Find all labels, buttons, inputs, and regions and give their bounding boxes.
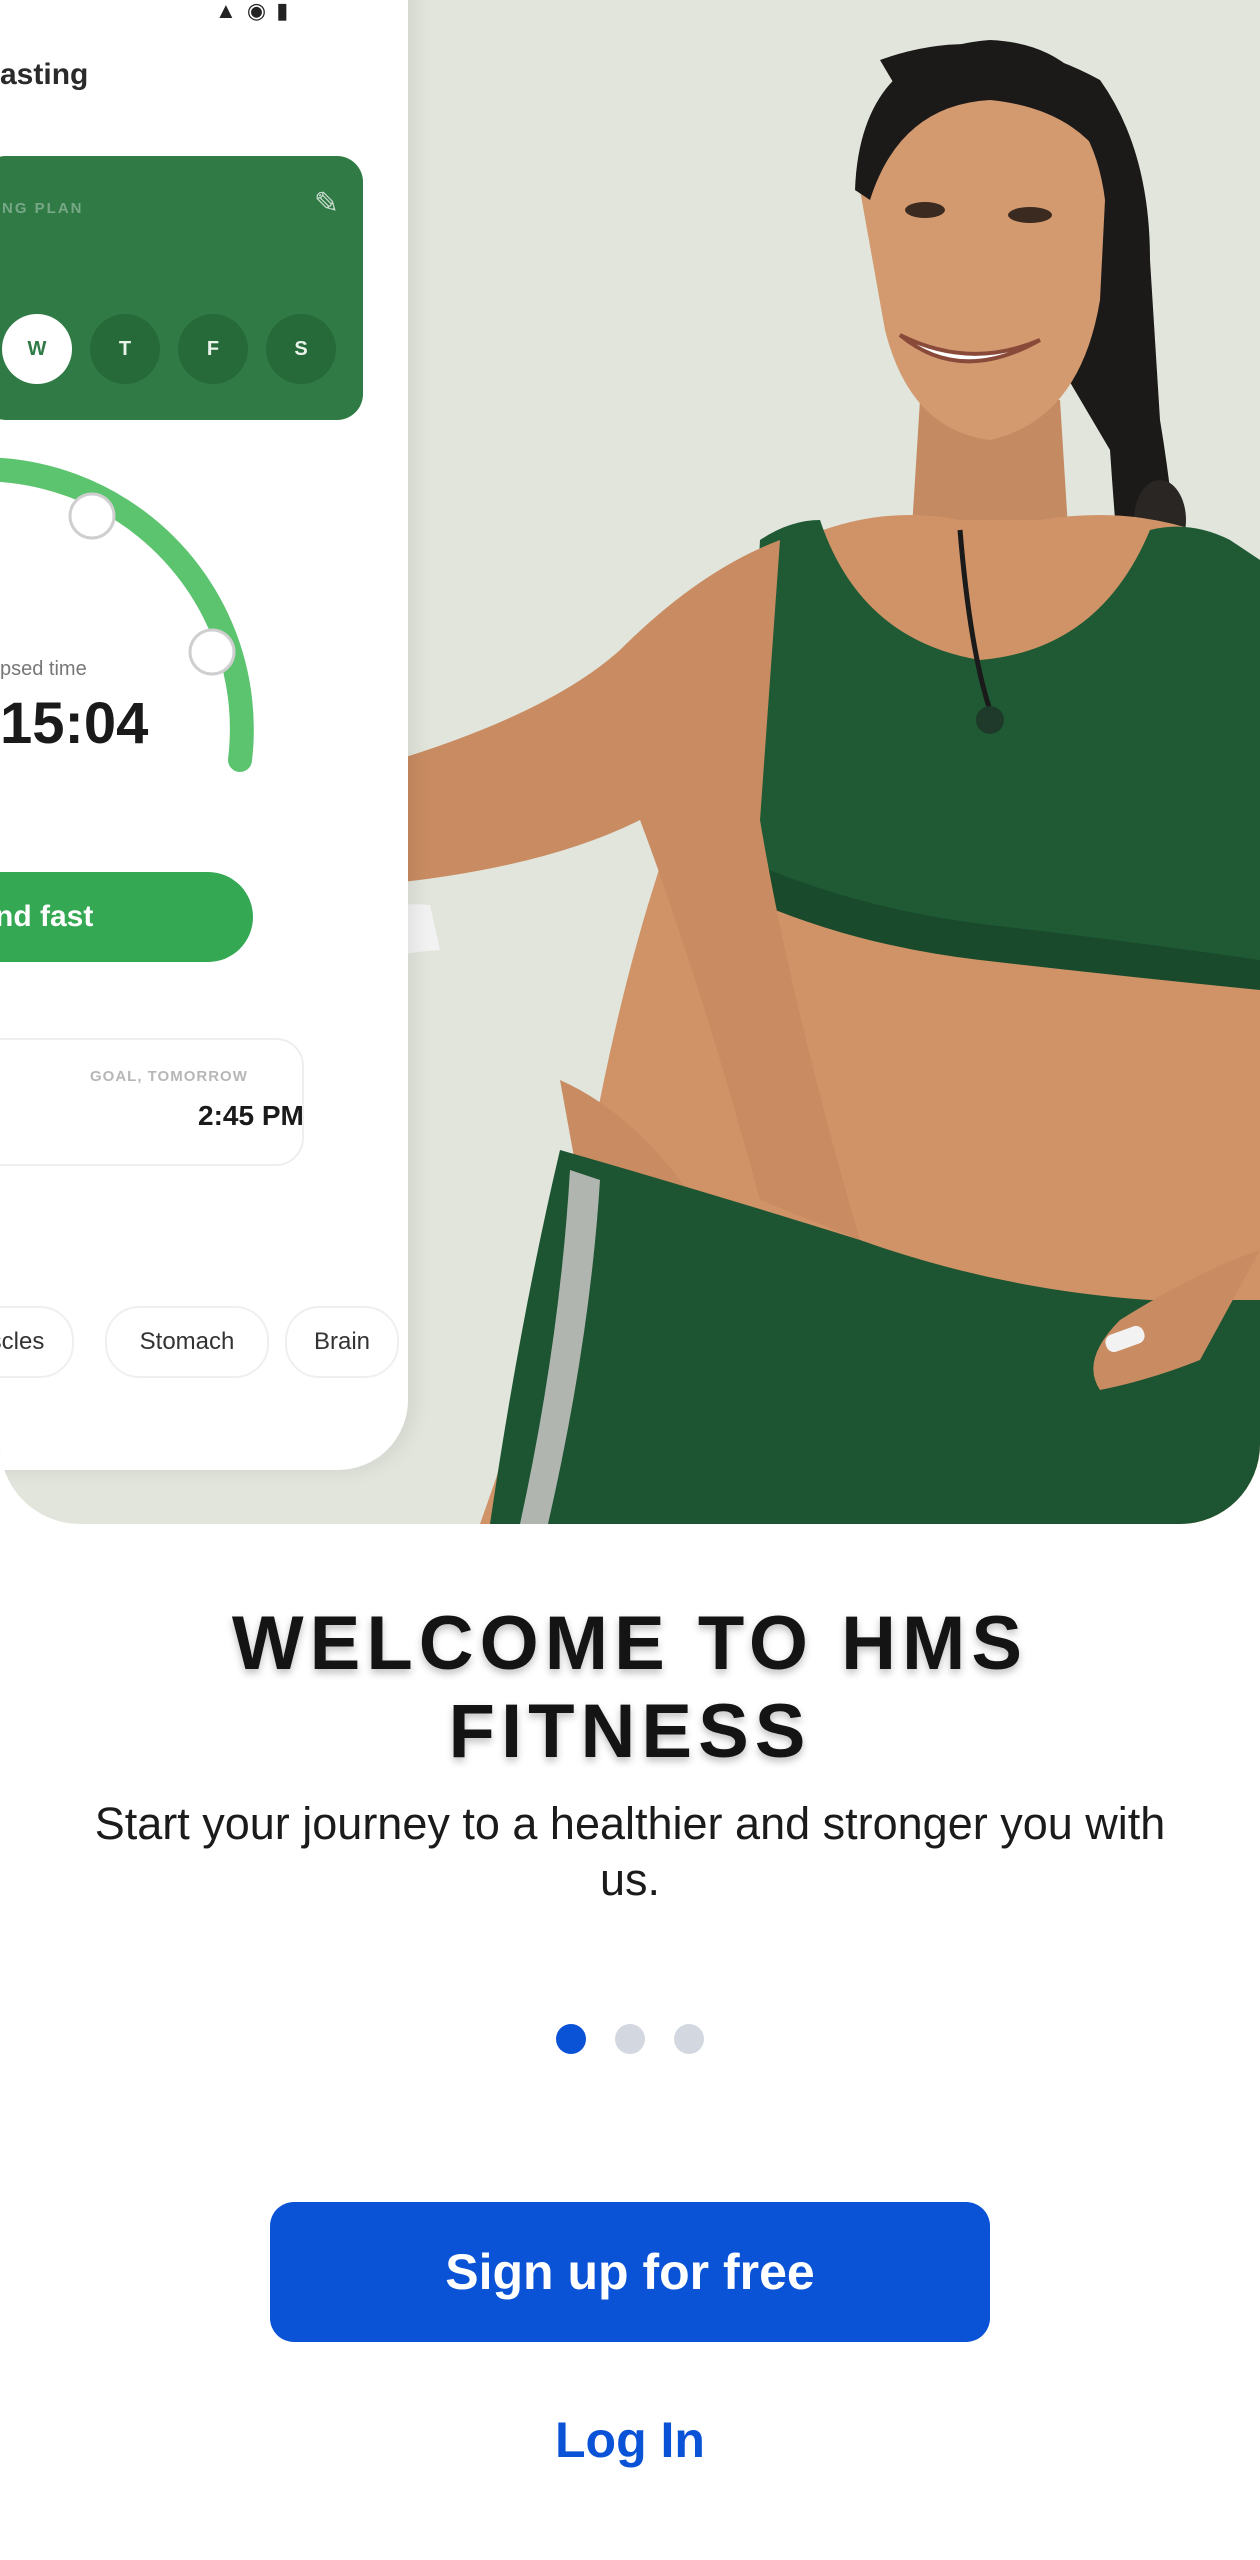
pencil-icon: ✎ bbox=[313, 187, 339, 220]
chip-stomach: Stomach bbox=[105, 1306, 269, 1378]
goal-label: GOAL, TOMORROW bbox=[90, 1068, 248, 1085]
chip-muscles: scles bbox=[0, 1306, 74, 1378]
status-bar-icons: ▲ ◉ ▮ bbox=[215, 0, 291, 23]
page-dot-1[interactable] bbox=[556, 2024, 586, 2054]
day-friday: F bbox=[178, 314, 248, 384]
fasting-plan-card: NG PLAN ✎ W T F S bbox=[0, 156, 363, 420]
page-dot-2[interactable] bbox=[615, 2024, 645, 2054]
goal-time: 2:45 PM bbox=[198, 1100, 304, 1131]
end-fast-button: nd fast bbox=[0, 872, 253, 962]
plan-label: NG PLAN bbox=[2, 200, 84, 217]
elapsed-label: psed time bbox=[0, 658, 87, 680]
app-title: asting bbox=[0, 58, 89, 91]
hero-image: ▲ ◉ ▮ asting NG PLAN ✎ W T F S psed time… bbox=[0, 0, 1260, 1524]
welcome-subtitle: Start your journey to a healthier and st… bbox=[94, 1798, 1166, 1905]
chip-brain: Brain bbox=[285, 1306, 399, 1378]
day-saturday: S bbox=[266, 314, 336, 384]
day-thursday: T bbox=[90, 314, 160, 384]
elapsed-time: 15:04 bbox=[0, 691, 149, 756]
signup-button[interactable]: Sign up for free bbox=[270, 2202, 990, 2342]
phone-mockup: ▲ ◉ ▮ asting NG PLAN ✎ W T F S psed time… bbox=[0, 0, 408, 1470]
login-button[interactable]: Log In bbox=[480, 2400, 780, 2480]
page-dot-3[interactable] bbox=[674, 2024, 704, 2054]
welcome-title: WELCOME TO HMS FITNESS bbox=[231, 1601, 1029, 1774]
day-wednesday: W bbox=[2, 314, 72, 384]
page-indicator bbox=[0, 2024, 1260, 2054]
